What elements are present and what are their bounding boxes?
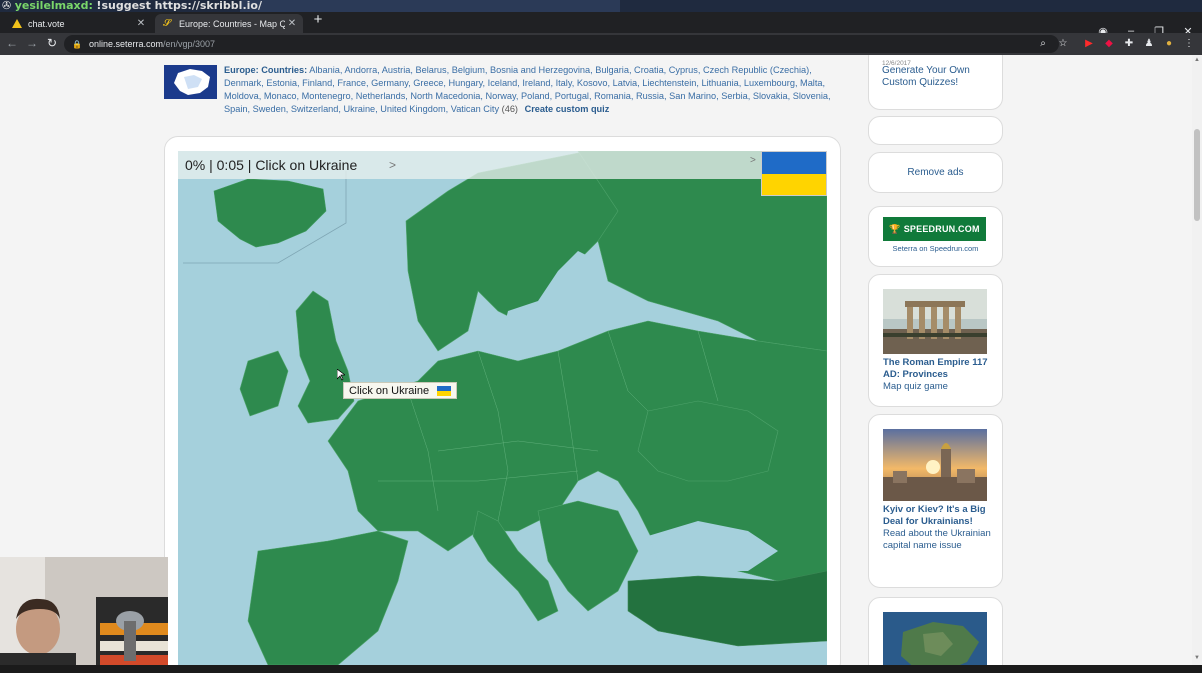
webcam-overlay: [0, 557, 168, 673]
roman-empire-title[interactable]: The Roman Empire 117 AD: Provinces: [883, 357, 993, 381]
roman-forum-image: [883, 289, 987, 354]
stream-overlay-bar: ✇ yesilelmaxd: !suggest https://skribbl.…: [0, 0, 1202, 12]
chat-icon: ✇: [2, 0, 12, 12]
browser-tabstrip: chat.vote ✕ 𝓢 Europe: Countries - Map Qu…: [0, 11, 1202, 38]
chat-username: yesilelmaxd:: [14, 0, 93, 12]
taskbar: [0, 665, 1202, 673]
page-scrollbar[interactable]: ▲ ▼: [1192, 55, 1202, 665]
roman-empire-text: The Roman Empire 117 AD: Provinces Map q…: [883, 357, 993, 393]
reload-icon[interactable]: ↻: [44, 36, 60, 50]
roman-empire-subtitle[interactable]: Map quiz game: [883, 381, 948, 392]
scrollbar-thumb[interactable]: [1194, 129, 1200, 221]
youtube-extension-icon[interactable]: ▶: [1082, 37, 1096, 51]
close-tab-icon[interactable]: ✕: [285, 18, 299, 29]
stream-chat-line: ✇ yesilelmaxd: !suggest https://skribbl.…: [0, 0, 262, 12]
chatvote-favicon-icon: [12, 19, 22, 28]
europe-satellite-image: [883, 612, 987, 665]
kyiv-article-subtitle[interactable]: Read about the Ukrainian capital name is…: [883, 528, 991, 551]
menu-kebab-icon[interactable]: ⋮: [1182, 37, 1196, 51]
roman-empire-card[interactable]: The Roman Empire 117 AD: Provinces Map q…: [868, 274, 1003, 407]
remove-ads-button[interactable]: Remove ads: [868, 152, 1003, 193]
kyiv-article-text: Kyiv or Kiev? It's a Big Deal for Ukrain…: [883, 504, 993, 552]
profile-extension-icon[interactable]: ♟: [1142, 37, 1156, 51]
empty-ad-card: [868, 116, 1003, 145]
speedrun-card[interactable]: 🏆 SPEEDRUN.COM Seterra on Speedrun.com: [868, 206, 1003, 267]
speedrun-logo-text: SPEEDRUN.COM: [903, 224, 980, 234]
new-tab-button[interactable]: +: [310, 11, 326, 28]
scroll-down-icon[interactable]: ▼: [1192, 655, 1202, 661]
ublock-extension-icon[interactable]: ◆: [1102, 37, 1116, 51]
generate-quiz-card[interactable]: 12/6/2017 Generate Your Own Custom Quizz…: [868, 55, 1003, 110]
tab-chat-vote[interactable]: chat.vote ✕: [4, 14, 152, 33]
zoom-icon[interactable]: ⌕: [1036, 37, 1050, 51]
speedrun-logo: 🏆 SPEEDRUN.COM: [883, 217, 986, 241]
back-icon[interactable]: ←: [4, 36, 20, 50]
address-domain: online.seterra.com: [88, 39, 164, 49]
bookmark-star-icon[interactable]: ☆: [1056, 37, 1070, 51]
tab-title: chat.vote: [28, 18, 65, 29]
generate-quiz-link[interactable]: Generate Your Own Custom Quizzes!: [882, 65, 1002, 89]
address-path: /en/vgp/3007: [163, 39, 216, 49]
tab-seterra[interactable]: 𝓢 Europe: Countries - Map Quiz Ga ✕: [155, 14, 303, 33]
close-tab-icon[interactable]: ✕: [134, 18, 148, 29]
address-bar[interactable]: 🔒 online.seterra.com/en/vgp/3007: [64, 35, 1059, 53]
kyiv-article-title[interactable]: Kyiv or Kiev? It's a Big Deal for Ukrain…: [883, 504, 993, 528]
chat-message: !suggest https://skribbl.io/: [96, 0, 262, 12]
overlay-decoration: [240, 0, 620, 12]
kyiv-article-card[interactable]: Kyiv or Kiev? It's a Big Deal for Ukrain…: [868, 414, 1003, 588]
avatar[interactable]: ●: [1162, 37, 1176, 51]
europe-satellite-card[interactable]: [868, 597, 1003, 665]
forward-icon[interactable]: →: [24, 36, 40, 50]
scroll-up-icon[interactable]: ▲: [1192, 57, 1202, 63]
seterra-favicon-icon: 𝓢: [163, 17, 171, 29]
browser-toolbar: ← → ↻ 🔒 online.seterra.com/en/vgp/3007 ⌕…: [0, 33, 1202, 55]
lock-icon: 🔒: [72, 39, 82, 49]
speedrun-caption[interactable]: Seterra on Speedrun.com: [869, 244, 1002, 253]
kyiv-cityscape-image: [883, 429, 987, 501]
trophy-icon: 🏆: [889, 223, 901, 234]
sidebar: 12/6/2017 Generate Your Own Custom Quizz…: [0, 55, 1202, 665]
tab-title: Europe: Countries - Map Quiz Ga: [179, 18, 285, 29]
extensions-puzzle-icon[interactable]: ✚: [1122, 37, 1136, 51]
